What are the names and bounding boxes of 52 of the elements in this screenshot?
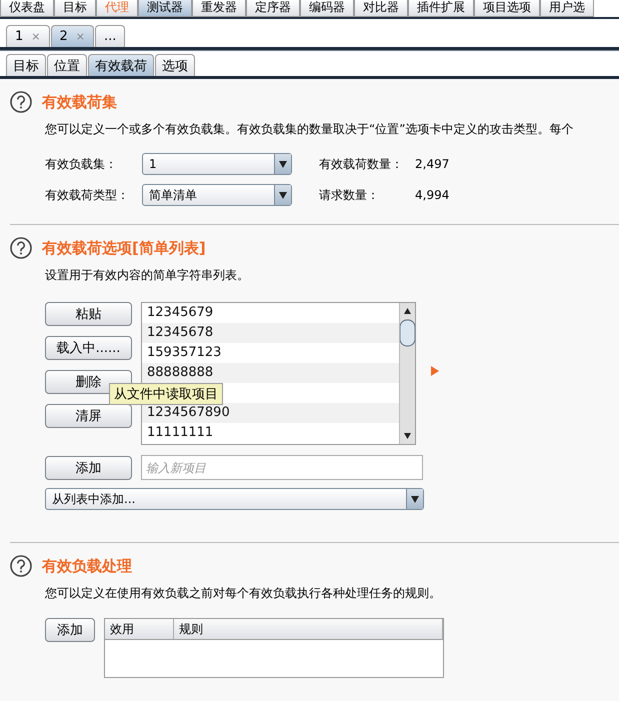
dropdown[interactable]: 简单清单	[142, 184, 292, 206]
column-header[interactable]: 效用	[105, 619, 174, 639]
section-description: 您可以定义一个或多个有效负载集。有效负载集的数量取决于“位置”选项卡中定义的攻击类型。每个	[45, 121, 574, 138]
module-tab[interactable]: 测试器	[138, 0, 192, 17]
list-action-button[interactable]: 清屏	[45, 404, 132, 428]
list-item[interactable]: 12345678	[142, 323, 399, 343]
dropdown[interactable]: 从列表中添加...	[45, 488, 424, 510]
sub-tab[interactable]: 有效载荷	[88, 54, 154, 76]
module-tab[interactable]: 用户选	[540, 0, 594, 17]
module-tab[interactable]: 插件扩展	[408, 0, 474, 17]
section-description: 您可以定义在使用有效负载之前对每个有效负载执行各种处理任务的规则。	[45, 585, 442, 602]
section-title: 有效载荷集	[42, 92, 117, 112]
list-action-button[interactable]: 粘贴	[45, 302, 132, 326]
section-title: 有效载荷选项[简单列表]	[42, 238, 206, 258]
module-tab[interactable]: 项目选项	[474, 0, 540, 17]
stat-label: 有效载荷数量：	[319, 156, 404, 172]
add-button[interactable]: 添加	[45, 618, 95, 642]
module-tab[interactable]: 编码器	[300, 0, 354, 17]
module-tab[interactable]: 目标	[54, 0, 96, 17]
stat-value: 4,994	[415, 188, 450, 202]
list-action-button[interactable]: 载入中......	[45, 336, 132, 360]
section-title: 有效负载处理	[42, 556, 132, 576]
field-label: 有效载荷类型：	[45, 186, 130, 204]
expand-arrow-icon[interactable]	[431, 366, 439, 376]
list-item[interactable]: 12345679	[142, 303, 399, 323]
help-icon[interactable]	[10, 555, 32, 577]
input-field[interactable]: 输入新项目	[141, 455, 423, 480]
sub-tab[interactable]: 选项	[155, 54, 195, 76]
section-description: 设置用于有效内容的简单字符串列表。	[45, 267, 250, 284]
list-item[interactable]: 11111111	[142, 423, 399, 443]
list-item[interactable]: 1234567890	[142, 403, 399, 423]
attack-tab[interactable]: ...	[95, 25, 126, 47]
stat-label: 请求数量：	[319, 186, 380, 204]
list-item[interactable]: 159357123	[142, 343, 399, 363]
module-tab[interactable]: 对比器	[354, 0, 408, 17]
sub-tab[interactable]: 位置	[47, 54, 87, 76]
module-tab[interactable]: 重发器	[192, 0, 246, 17]
add-button[interactable]: 添加	[45, 456, 132, 480]
column-header[interactable]: 规则	[174, 619, 443, 639]
scrollbar[interactable]	[399, 303, 415, 444]
dropdown[interactable]: 1	[142, 153, 292, 175]
help-icon[interactable]	[10, 91, 32, 113]
field-label: 有效负载集：	[45, 156, 118, 172]
help-icon[interactable]	[10, 237, 32, 259]
attack-tab[interactable]: 1 ×	[6, 25, 50, 47]
tooltip: 从文件中读取项目	[109, 383, 223, 405]
sub-tab[interactable]: 目标	[6, 54, 46, 76]
list-item[interactable]: 88888888	[142, 363, 399, 383]
attack-tab[interactable]: 2 ×	[50, 25, 94, 47]
stat-value: 2,497	[415, 157, 450, 171]
module-tab[interactable]: 仪表盘	[0, 0, 54, 17]
module-tab[interactable]: 定序器	[246, 0, 300, 17]
